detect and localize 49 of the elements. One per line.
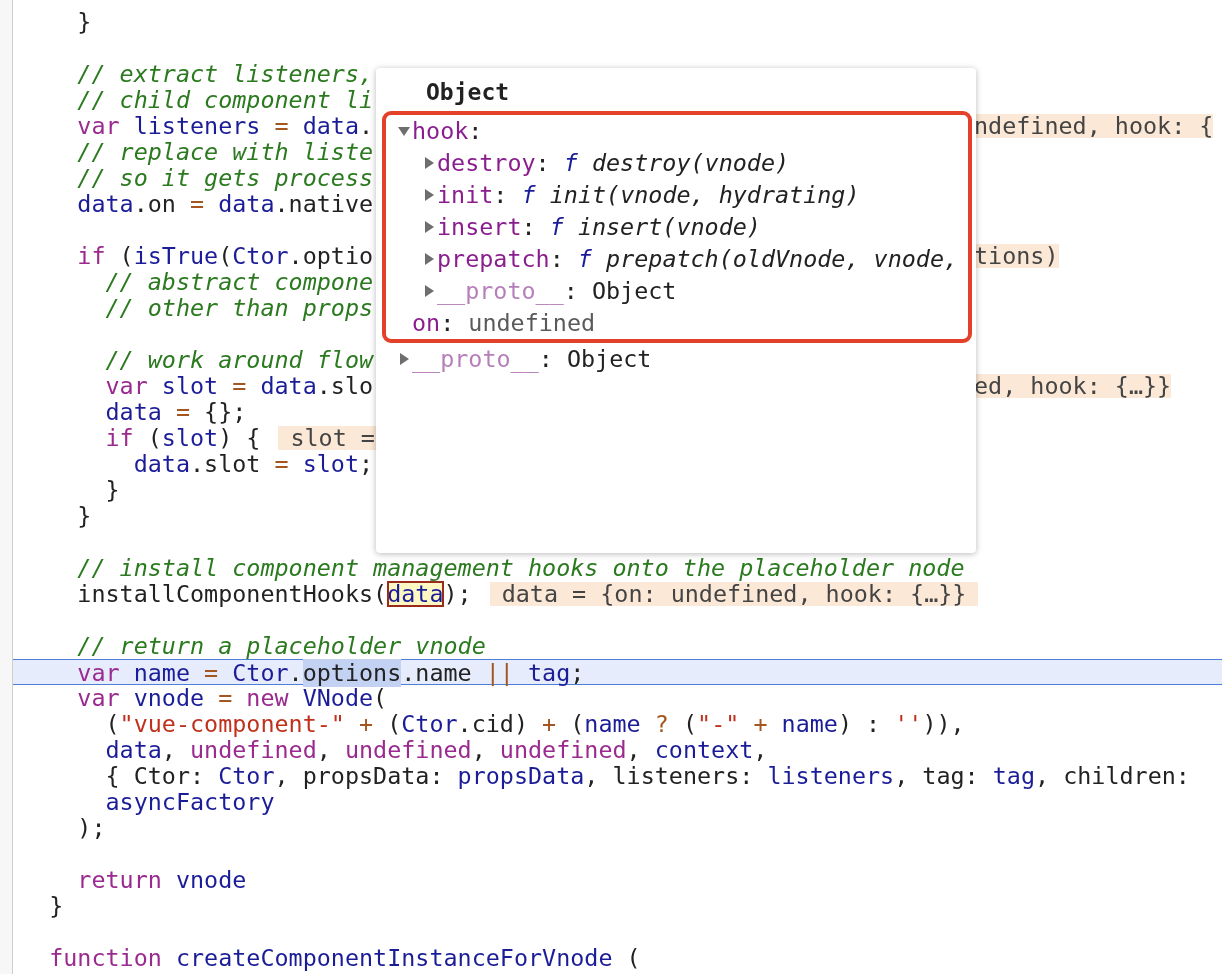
code-line: data, undefined, undefined, undefined, context, [104, 737, 768, 763]
collapsed-triangle-icon[interactable] [423, 157, 435, 169]
code-line: function createComponentInstanceForVnode ( [48, 945, 641, 971]
popover-title: Object [425, 78, 510, 107]
property-entry: init: f init(vnode, hydrating) [437, 181, 860, 209]
collapsed-triangle-icon[interactable] [423, 253, 435, 265]
code-line: } [76, 503, 92, 529]
code-line: // abstract compone [104, 269, 374, 295]
code-line: if (slot) { [104, 425, 261, 451]
code-line: // install component management hooks onto the placeholder node [76, 555, 965, 581]
code-line: ); [443, 581, 472, 607]
code-line: ("vue-component-" + (Ctor.cid) + (name ? ("-" + name) : '')), [104, 711, 965, 737]
code-line: asyncFactory [104, 789, 275, 815]
code-line: data.slot = slot; [132, 451, 374, 477]
code-line: { Ctor: Ctor, propsData: propsData, listeners: listeners, tag: tag, children: [104, 763, 1190, 789]
code-line: } [76, 9, 92, 35]
code-line: // other than props [104, 295, 374, 321]
code-line: var slot = data.slo [104, 373, 374, 399]
property-entry: hook: [412, 117, 484, 145]
inline-value: data = {on: undefined, hook: {…}} [489, 582, 979, 606]
code-line: var listeners = data. [76, 113, 374, 139]
code-line: // so it gets process [76, 165, 374, 191]
code-line: // return a placeholder vnode [76, 633, 486, 659]
code-line: var vnode = new VNode( [76, 685, 388, 711]
collapsed-triangle-icon[interactable] [423, 285, 435, 297]
code-line: ); [76, 815, 106, 841]
hovered-token[interactable]: data [387, 581, 444, 607]
code-line: // extract listeners, [76, 61, 374, 87]
property-entry: __proto__: Object [412, 345, 652, 373]
code-line: // work around flow [104, 347, 374, 373]
code-line: if (isTrue(Ctor.optio [76, 243, 374, 269]
collapsed-triangle-icon[interactable] [423, 221, 435, 233]
collapsed-triangle-icon[interactable] [423, 189, 435, 201]
collapsed-triangle-icon[interactable] [398, 353, 410, 365]
code-line: var name = Ctor.options.name || tag; [76, 660, 585, 686]
property-entry: on: undefined [412, 309, 596, 337]
code-line: installComponentHooks( [76, 581, 388, 607]
property-entry: destroy: f destroy(vnode) [437, 149, 790, 177]
code-line: // replace with liste [76, 139, 374, 165]
code-line: // child component li [76, 87, 374, 113]
property-entry: insert: f insert(vnode) [437, 213, 761, 241]
property-entry: __proto__: Object [437, 277, 677, 305]
code-line: } [104, 477, 120, 503]
property-entry: prepatch: f prepatch(oldVnode, vnode, [437, 245, 959, 273]
code-line: data.on = data.native [76, 191, 374, 217]
expanded-triangle-icon[interactable] [398, 125, 410, 137]
code-line: } [48, 893, 64, 919]
code-line: return vnode [76, 867, 247, 893]
code-line: data = {}; [104, 399, 247, 425]
